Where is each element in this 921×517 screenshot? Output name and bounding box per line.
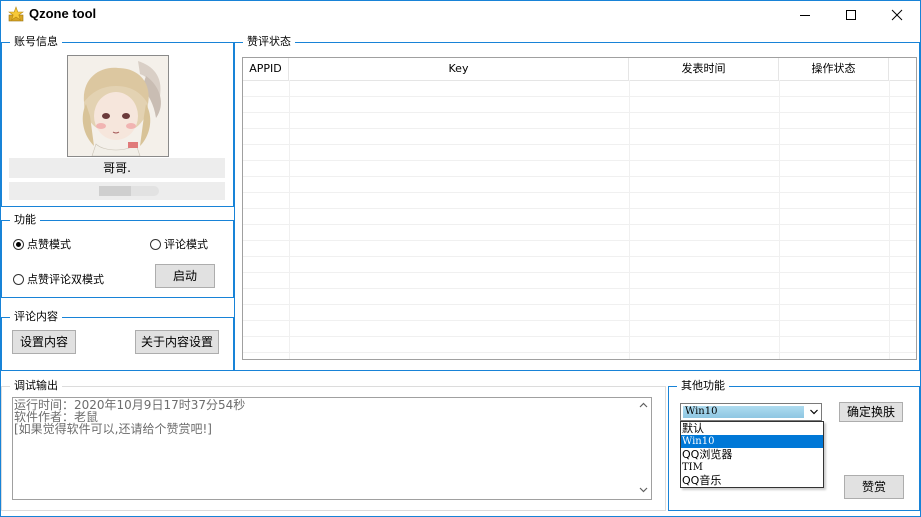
skin-select-value: Win10 <box>683 406 804 418</box>
debug-legend: 调试输出 <box>10 379 62 393</box>
skin-option-tim[interactable]: TIM <box>681 461 823 474</box>
about-content-button[interactable]: 关于内容设置 <box>135 330 219 354</box>
minimize-icon <box>800 15 810 16</box>
features-legend: 功能 <box>10 213 40 227</box>
donate-button[interactable]: 赞赏 <box>844 475 904 499</box>
table-row-line <box>243 336 916 337</box>
table-col-line <box>779 80 780 359</box>
table-row-line <box>243 144 916 145</box>
col-op-status[interactable]: 操作状态 <box>779 58 889 80</box>
close-button[interactable] <box>874 1 920 29</box>
account-progress-bar <box>9 182 225 200</box>
skin-dropdown-list: 默认 Win10 QQ浏览器 TIM QQ音乐 <box>680 421 824 488</box>
table-row-line <box>243 272 916 273</box>
debug-output[interactable]: 运行时间：2020年10月9日17时37分54秒 软件作者：老鼠 [如果觉得软件… <box>12 397 652 500</box>
avatar <box>67 55 169 157</box>
status-table[interactable]: APPID Key 发表时间 操作状态 <box>242 57 917 360</box>
chevron-down-icon[interactable] <box>809 407 819 417</box>
apply-skin-button[interactable]: 确定换肤 <box>839 402 903 422</box>
scroll-down-icon[interactable] <box>639 487 648 493</box>
other-legend: 其他功能 <box>677 379 729 393</box>
scroll-up-icon[interactable] <box>639 402 648 408</box>
progress-fill <box>99 186 131 196</box>
maximize-button[interactable] <box>828 1 874 29</box>
skin-option-qqmusic[interactable]: QQ音乐 <box>681 474 823 487</box>
radio-comment-label: 评论模式 <box>164 238 208 251</box>
progress-fill-tail <box>131 186 159 196</box>
status-table-header: APPID Key 发表时间 操作状态 <box>243 58 916 81</box>
table-row-line <box>243 176 916 177</box>
account-legend: 账号信息 <box>10 35 62 49</box>
comment-legend: 评论内容 <box>10 310 62 324</box>
col-publish-time[interactable]: 发表时间 <box>629 58 779 80</box>
col-appid[interactable]: APPID <box>243 58 289 80</box>
skin-option-default[interactable]: 默认 <box>681 422 823 435</box>
set-content-button[interactable]: 设置内容 <box>12 330 76 354</box>
skin-option-qqbrowser[interactable]: QQ浏览器 <box>681 448 823 461</box>
start-button[interactable]: 启动 <box>155 264 215 288</box>
table-col-line <box>629 80 630 359</box>
nickname-label: 哥哥. <box>9 158 225 178</box>
table-row-line <box>243 240 916 241</box>
table-row-line <box>243 208 916 209</box>
avatar-image <box>68 56 168 156</box>
table-row-line <box>243 112 916 113</box>
minimize-button[interactable] <box>782 1 828 29</box>
table-row-line <box>243 320 916 321</box>
table-col-line <box>889 80 890 359</box>
skin-option-win10[interactable]: Win10 <box>681 435 823 448</box>
table-row-line <box>243 304 916 305</box>
debug-line: [如果觉得软件可以,还请给个赞赏吧!] <box>14 422 212 436</box>
radio-like-mode[interactable]: 点赞模式 <box>13 236 71 252</box>
table-row-line <box>243 224 916 225</box>
close-icon <box>891 9 903 21</box>
maximize-icon <box>846 10 856 20</box>
star-icon <box>8 6 24 22</box>
col-key[interactable]: Key <box>289 58 629 80</box>
status-legend: 赞评状态 <box>243 35 295 49</box>
table-row-line <box>243 160 916 161</box>
radio-dot <box>13 273 24 285</box>
debug-line: 运行时间：2020年10月9日17时37分54秒 <box>14 398 246 412</box>
table-row-line <box>243 352 916 353</box>
table-row-line <box>243 128 916 129</box>
radio-like-label: 点赞模式 <box>27 238 71 251</box>
radio-dual-mode[interactable]: 点赞评论双模式 <box>13 271 104 287</box>
table-row-line <box>243 288 916 289</box>
table-row-line <box>243 192 916 193</box>
title-bar[interactable]: Qzone tool <box>1 1 920 29</box>
table-col-line <box>289 80 290 359</box>
table-row-line <box>243 96 916 97</box>
app-window: Qzone tool 账号信息 哥哥. 功能 点赞模式 评论模式 点赞评论双模式… <box>0 0 921 517</box>
table-row-line <box>243 256 916 257</box>
skin-select[interactable]: Win10 <box>680 403 822 421</box>
radio-comment-mode[interactable]: 评论模式 <box>150 236 208 252</box>
window-title: Qzone tool <box>29 6 97 21</box>
radio-dot <box>13 238 24 250</box>
radio-dual-label: 点赞评论双模式 <box>27 273 104 286</box>
debug-scrollbar[interactable] <box>635 398 651 499</box>
radio-dot <box>150 238 161 250</box>
